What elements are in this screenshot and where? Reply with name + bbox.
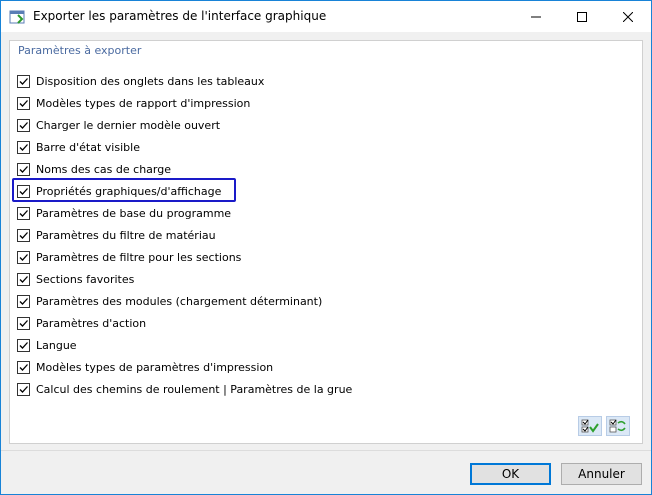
- app-icon: [9, 9, 25, 25]
- checkmark-icon: [19, 363, 28, 371]
- checkmark-icon: [19, 297, 28, 305]
- close-button[interactable]: [605, 1, 651, 32]
- checkbox[interactable]: [17, 272, 30, 286]
- title-bar[interactable]: Exporter les paramètres de l'interface g…: [1, 1, 651, 32]
- uncheck-all-button[interactable]: [606, 416, 630, 436]
- item-label: Disposition des onglets dans les tableau…: [36, 74, 265, 88]
- list-item[interactable]: Propriétés graphiques/d'affichage: [12, 178, 352, 202]
- checkbox[interactable]: [17, 294, 30, 308]
- check-all-icon: [581, 419, 599, 433]
- checkbox[interactable]: [17, 338, 30, 352]
- item-label: Paramètres de base du programme: [36, 206, 232, 220]
- maximize-button[interactable]: [559, 1, 605, 32]
- item-label: Propriétés graphiques/d'affichage: [36, 184, 222, 198]
- checkmark-icon: [19, 231, 28, 239]
- uncheck-all-icon: [609, 419, 626, 433]
- item-label: Calcul des chemins de roulement | Paramè…: [36, 382, 353, 396]
- item-label: Paramètres d'action: [36, 316, 147, 330]
- list-item[interactable]: Disposition des onglets dans les tableau…: [17, 70, 352, 92]
- checkmark-icon: [19, 253, 28, 261]
- checkbox[interactable]: [17, 74, 30, 88]
- checkbox[interactable]: [17, 360, 30, 374]
- list-item[interactable]: Barre d'état visible: [17, 136, 352, 158]
- check-all-button[interactable]: [578, 416, 602, 436]
- settings-list: Disposition des onglets dans les tableau…: [12, 70, 352, 400]
- checkmark-icon: [19, 143, 28, 151]
- checkbox[interactable]: [17, 206, 30, 220]
- checkbox[interactable]: [17, 250, 30, 264]
- checkmark-icon: [19, 209, 28, 217]
- item-label: Paramètres de filtre pour les sections: [36, 250, 242, 264]
- checkmark-icon: [19, 99, 28, 107]
- list-item[interactable]: Paramètres du filtre de matériau: [17, 224, 352, 246]
- group-title: Paramètres à exporter: [18, 44, 142, 57]
- checkmark-icon: [19, 121, 28, 129]
- footer-separator: [1, 450, 651, 451]
- checkmark-icon: [19, 275, 28, 283]
- list-item[interactable]: Noms des cas de charge: [17, 158, 352, 180]
- checkmark-icon: [19, 385, 28, 393]
- maximize-icon: [577, 11, 587, 22]
- item-label: Noms des cas de charge: [36, 162, 171, 176]
- checkbox[interactable]: [17, 118, 30, 132]
- checkbox[interactable]: [17, 382, 30, 396]
- minimize-icon: [531, 16, 541, 17]
- checkbox[interactable]: [17, 228, 30, 242]
- checkbox[interactable]: [17, 162, 30, 176]
- item-label: Sections favorites: [36, 272, 135, 286]
- checkbox[interactable]: [17, 96, 30, 110]
- list-item[interactable]: Langue: [17, 334, 352, 356]
- list-item[interactable]: Calcul des chemins de roulement | Paramè…: [17, 378, 352, 400]
- list-item[interactable]: Paramètres de base du programme: [17, 202, 352, 224]
- cancel-button[interactable]: Annuler: [561, 463, 642, 485]
- item-label: Paramètres du filtre de matériau: [36, 228, 216, 242]
- list-item[interactable]: Modèles types de paramètres d'impression: [17, 356, 352, 378]
- item-label: Modèles types de rapport d'impression: [36, 96, 251, 110]
- list-item[interactable]: Paramètres d'action: [17, 312, 352, 334]
- minimize-button[interactable]: [513, 1, 559, 32]
- list-item[interactable]: Modèles types de rapport d'impression: [17, 92, 352, 114]
- checkmark-icon: [19, 319, 28, 327]
- checkbox[interactable]: [17, 140, 30, 154]
- list-item[interactable]: Paramètres des modules (chargement déter…: [17, 290, 352, 312]
- checkmark-icon: [19, 77, 28, 85]
- close-icon: [623, 11, 633, 22]
- checkmark-icon: [19, 165, 28, 173]
- checkmark-icon: [19, 187, 28, 195]
- export-dialog: Exporter les paramètres de l'interface g…: [0, 0, 652, 495]
- ok-button[interactable]: OK: [470, 463, 551, 485]
- item-label: Charger le dernier modèle ouvert: [36, 118, 221, 132]
- settings-group: Paramètres à exporter Disposition des on…: [9, 40, 643, 444]
- item-label: Paramètres des modules (chargement déter…: [36, 294, 323, 308]
- checkmark-icon: [19, 341, 28, 349]
- item-label: Langue: [36, 338, 77, 352]
- window-title: Exporter les paramètres de l'interface g…: [33, 9, 327, 23]
- list-item[interactable]: Paramètres de filtre pour les sections: [17, 246, 352, 268]
- list-item[interactable]: Charger le dernier modèle ouvert: [17, 114, 352, 136]
- list-item[interactable]: Sections favorites: [17, 268, 352, 290]
- item-label: Barre d'état visible: [36, 140, 140, 154]
- checkbox[interactable]: [17, 316, 30, 330]
- checkbox[interactable]: [17, 184, 30, 198]
- item-label: Modèles types de paramètres d'impression: [36, 360, 274, 374]
